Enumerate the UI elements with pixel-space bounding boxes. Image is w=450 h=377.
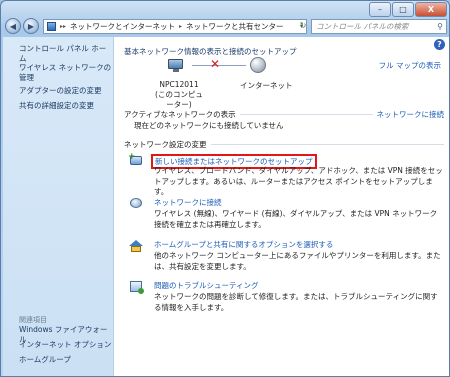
control-panel-icon <box>47 22 56 31</box>
close-button[interactable]: X <box>415 2 447 17</box>
sidebar: コントロール パネル ホーム ワイヤレス ネットワークの管理 アダプターの設定の… <box>3 37 114 376</box>
settings-title: ネットワーク設定の変更 <box>124 140 207 149</box>
task-description: ワイヤレス、ブロードバンド、ダイヤルアップ、アドホック、または VPN 接続をセ… <box>154 166 443 196</box>
sidebar-item-adapter-settings[interactable]: アダプターの設定の変更 <box>19 86 102 96</box>
breadcrumb-separator-icon: ▸▸ <box>60 23 67 30</box>
computer-label: NPC12011 (このコンピューター) <box>154 80 204 110</box>
settings-header: ネットワーク設定の変更 <box>124 139 444 150</box>
sidebar-item-homegroup[interactable]: ホームグループ <box>19 355 71 365</box>
network-setup-icon: + <box>128 152 144 168</box>
minimize-button[interactable]: – <box>369 2 391 17</box>
related-header: 関連項目 <box>19 316 47 324</box>
internet-globe-icon <box>250 57 266 73</box>
refresh-icon[interactable]: ↻ <box>297 19 309 32</box>
task-description: ネットワークの問題を診断して修復します。または、トラブルシューティングに関する情… <box>154 292 438 312</box>
troubleshoot-icon <box>128 280 144 294</box>
breadcrumb-network-sharing-center[interactable]: ネットワークと共有センター <box>186 21 284 32</box>
maximize-button[interactable]: □ <box>392 2 414 17</box>
connect-network-task-link[interactable]: ネットワークに接続 <box>154 197 222 208</box>
computer-icon <box>168 59 186 73</box>
main-content: ? 基本ネットワーク情報の表示と接続のセットアップ フル マップの表示 ✕ NP… <box>114 37 449 376</box>
computer-sublabel: (このコンピューター) <box>155 90 203 109</box>
navigation-bar: ◀ ▶ ▸▸ ネットワークとインターネット ▸ ネットワークと共有センター ▾ … <box>3 18 449 36</box>
forward-arrow-icon: ▶ <box>27 21 35 31</box>
connect-network-link[interactable]: ネットワークに接続 <box>377 109 445 120</box>
sidebar-item-manage-wireless[interactable]: ワイヤレス ネットワークの管理 <box>19 63 113 83</box>
address-bar[interactable]: ▸▸ ネットワークとインターネット ▸ ネットワークと共有センター ▾ <box>43 19 307 34</box>
search-input[interactable]: コントロール パネルの検索 ⚲ <box>311 19 447 34</box>
active-networks-header: アクティブなネットワークの表示 ネットワークに接続 <box>124 109 444 120</box>
active-networks-title: アクティブなネットワークの表示 <box>124 110 236 119</box>
network-map: ✕ NPC12011 (このコンピューター) インターネット <box>154 57 314 109</box>
full-map-link[interactable]: フル マップの表示 <box>379 60 441 71</box>
forward-button[interactable]: ▶ <box>23 18 39 34</box>
sidebar-item-advanced-sharing[interactable]: 共有の詳細設定の変更 <box>19 101 94 111</box>
computer-name: NPC12011 <box>159 80 199 89</box>
back-button[interactable]: ◀ <box>5 18 21 34</box>
control-panel-window: – □ X ◀ ▶ ▸▸ ネットワークとインターネット ▸ ネットワークと共有セ… <box>0 0 450 377</box>
sidebar-item-internet-options[interactable]: インターネット オプション <box>19 340 111 350</box>
task-description: 他のネットワーク コンピューター上にあるファイルやプリンターを利用します。または… <box>154 251 441 271</box>
disconnected-x-icon: ✕ <box>210 57 221 71</box>
troubleshoot-link[interactable]: 問題のトラブルシューティング <box>154 280 259 291</box>
divider <box>239 114 373 115</box>
page-title: 基本ネットワーク情報の表示と接続のセットアップ <box>124 47 297 56</box>
search-icon[interactable]: ⚲ <box>437 22 443 31</box>
search-placeholder: コントロール パネルの検索 <box>316 22 409 31</box>
back-arrow-icon: ◀ <box>9 21 17 31</box>
sidebar-item-control-panel-home[interactable]: コントロール パネル ホーム <box>19 44 113 64</box>
help-icon[interactable]: ? <box>434 39 445 50</box>
homegroup-icon <box>128 239 144 253</box>
homegroup-sharing-link[interactable]: ホームグループと共有に関するオプションを選択する <box>154 239 333 250</box>
task-description: ワイヤレス (無線)、ワイヤード (有線)、ダイヤルアップ、または VPN ネッ… <box>154 209 438 229</box>
breadcrumb-network-internet[interactable]: ネットワークとインターネット <box>70 21 175 32</box>
connection-status-text: 現在どのネットワークにも接続していません <box>134 121 284 130</box>
connect-network-icon <box>128 197 144 211</box>
breadcrumb-separator-icon: ▸ <box>179 23 183 30</box>
internet-label: インターネット <box>240 81 293 90</box>
divider <box>210 144 444 145</box>
